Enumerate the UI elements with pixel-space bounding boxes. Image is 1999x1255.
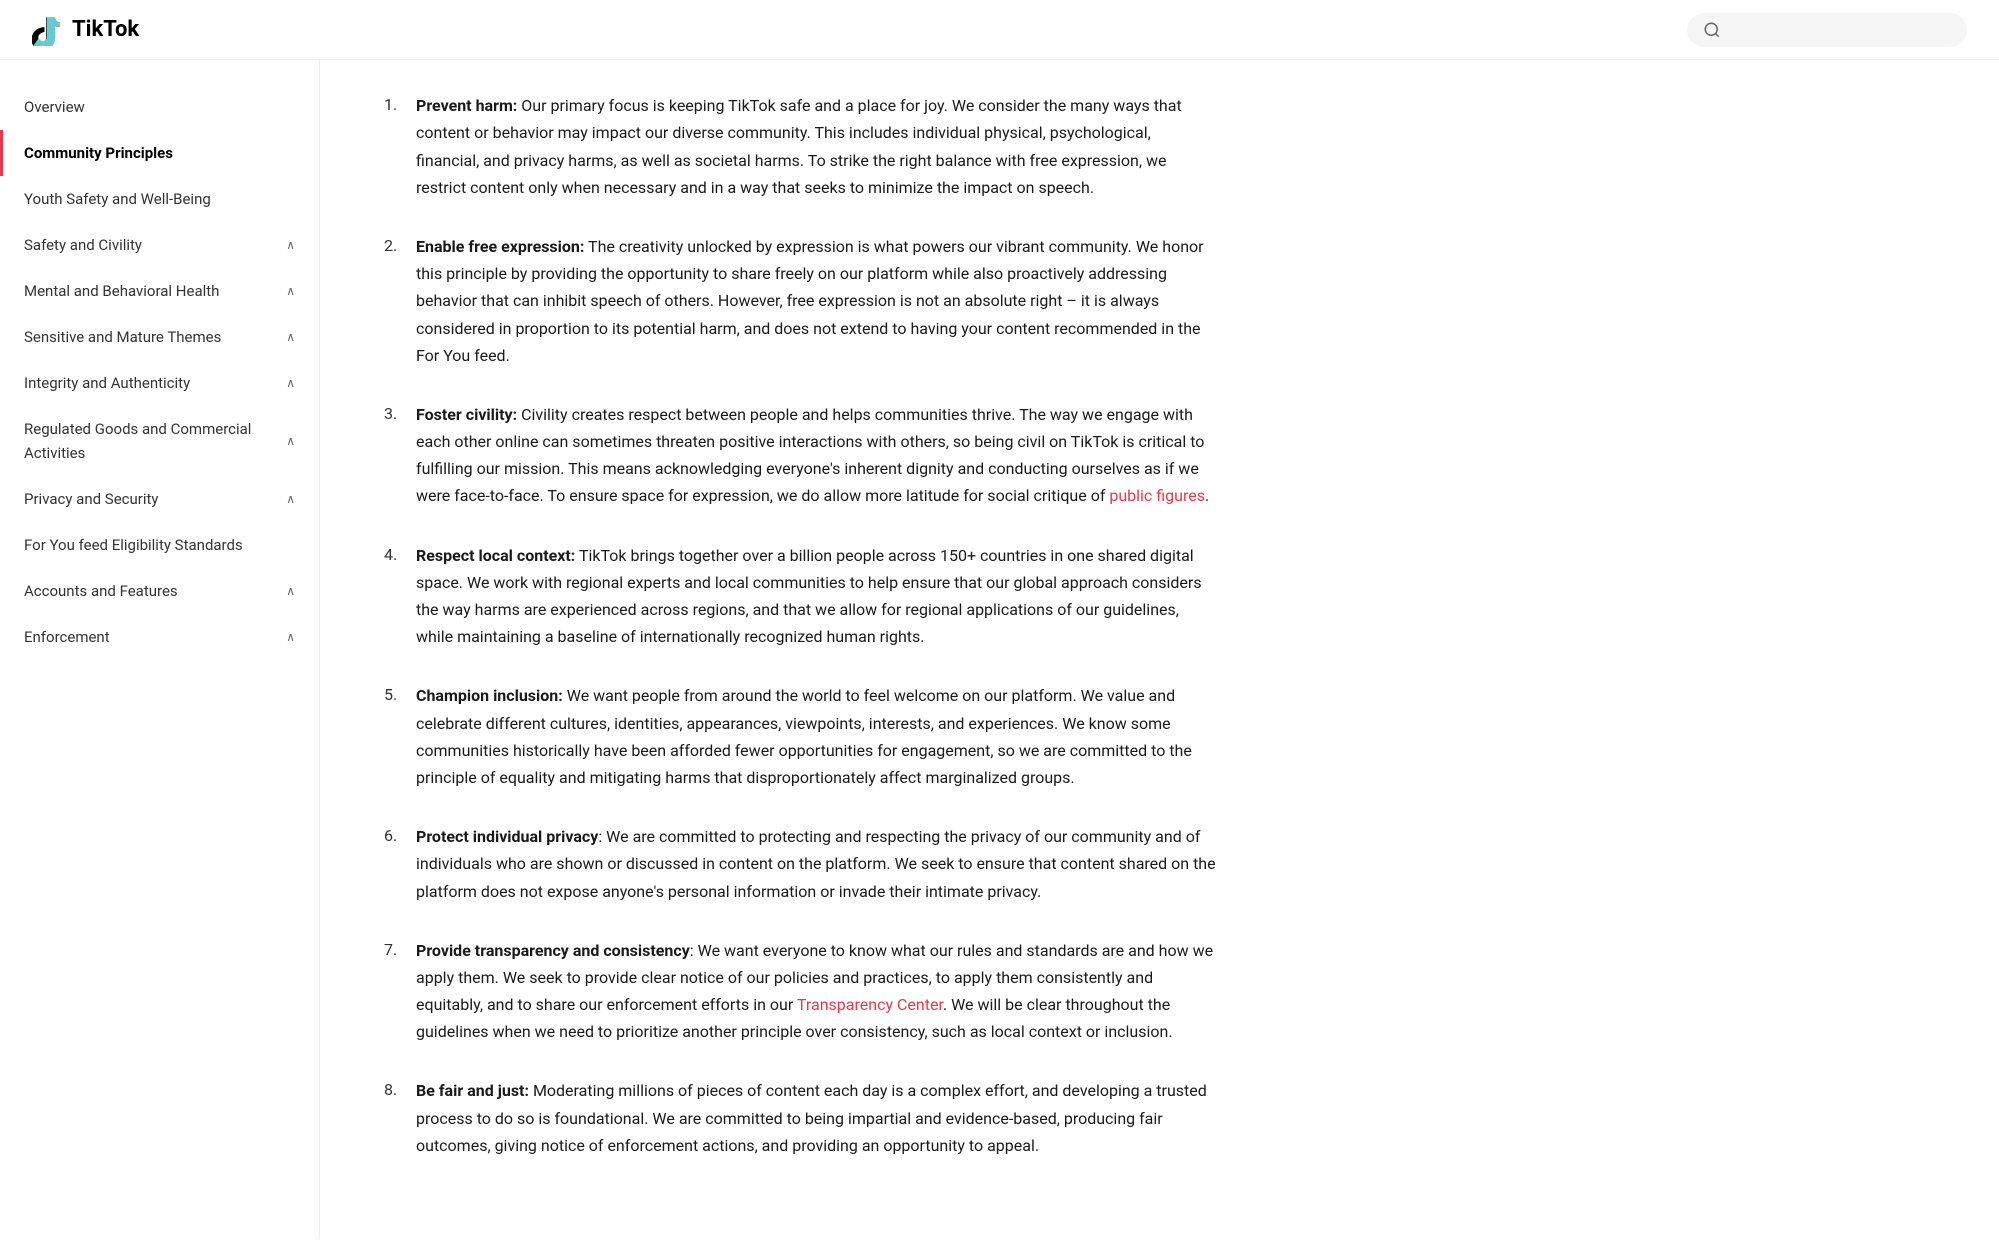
item-bold-prefix: Be fair and just:: [416, 1081, 529, 1100]
item-number: 8.: [384, 1077, 404, 1159]
item-body: Prevent harm: Our primary focus is keepi…: [416, 92, 1216, 201]
chevron-up-icon: ∧: [286, 490, 295, 509]
list-item: 5.Champion inclusion: We want people fro…: [384, 682, 1216, 791]
item-number: 7.: [384, 937, 404, 1046]
sidebar-item-label: Integrity and Authenticity: [24, 371, 190, 395]
item-bold-prefix: Champion inclusion:: [416, 686, 563, 705]
sidebar-item-label: Overview: [24, 95, 85, 119]
item-number: 1.: [384, 92, 404, 201]
chevron-up-icon: ∧: [286, 582, 295, 601]
item-bold-prefix: Respect local context:: [416, 546, 575, 565]
item-number: 5.: [384, 682, 404, 791]
sidebar-item-label: Accounts and Features: [24, 579, 178, 603]
tiktok-logo-icon: [32, 14, 64, 46]
item-body: Protect individual privacy: We are commi…: [416, 823, 1216, 905]
sidebar-item-overview[interactable]: Overview: [0, 84, 319, 130]
chevron-up-icon: ∧: [286, 236, 295, 255]
item-bold-prefix: Provide transparency and consistency: [416, 941, 690, 960]
item-body: Provide transparency and consistency: We…: [416, 937, 1216, 1046]
sidebar-item-label: Safety and Civility: [24, 233, 142, 257]
item-body: Foster civility: Civility creates respec…: [416, 401, 1216, 510]
principles-list: 1.Prevent harm: Our primary focus is kee…: [384, 92, 1216, 1159]
item-body: Champion inclusion: We want people from …: [416, 682, 1216, 791]
sidebar-item-sensitive-themes[interactable]: Sensitive and Mature Themes ∧: [0, 314, 319, 360]
chevron-up-icon: ∧: [286, 628, 295, 647]
sidebar-item-enforcement[interactable]: Enforcement ∧: [0, 614, 319, 660]
sidebar-item-safety-civility[interactable]: Safety and Civility ∧: [0, 222, 319, 268]
sidebar-item-community-principles[interactable]: Community Principles: [0, 130, 319, 176]
search-bar[interactable]: [1687, 13, 1967, 47]
list-item: 1.Prevent harm: Our primary focus is kee…: [384, 92, 1216, 201]
sidebar-item-mental-health[interactable]: Mental and Behavioral Health ∧: [0, 268, 319, 314]
item-body: Enable free expression: The creativity u…: [416, 233, 1216, 369]
sidebar-item-label: Enforcement: [24, 625, 110, 649]
sidebar-item-label: Regulated Goods and Commercial Activitie…: [24, 417, 286, 465]
sidebar-item-label: Sensitive and Mature Themes: [24, 325, 221, 349]
item-bold-prefix: Enable free expression:: [416, 237, 584, 256]
chevron-up-icon: ∧: [286, 328, 295, 347]
item-body: Respect local context: TikTok brings tog…: [416, 542, 1216, 651]
list-item: 8.Be fair and just: Moderating millions …: [384, 1077, 1216, 1159]
logo[interactable]: TikTok: [32, 12, 139, 47]
item-number: 4.: [384, 542, 404, 651]
list-item: 4.Respect local context: TikTok brings t…: [384, 542, 1216, 651]
main-content: 1.Prevent harm: Our primary focus is kee…: [320, 60, 1280, 1255]
list-item: 3.Foster civility: Civility creates resp…: [384, 401, 1216, 510]
sidebar: Overview Community Principles Youth Safety…: [0, 60, 320, 1239]
sidebar-item-label: Youth Safety and Well-Being: [24, 187, 211, 211]
sidebar-item-regulated-goods[interactable]: Regulated Goods and Commercial Activitie…: [0, 406, 319, 476]
sidebar-item-accounts-features[interactable]: Accounts and Features ∧: [0, 568, 319, 614]
item-bold-prefix: Foster civility:: [416, 405, 517, 424]
sidebar-item-label: For You feed Eligibility Standards: [24, 533, 243, 557]
sidebar-item-label: Community Principles: [24, 141, 173, 165]
search-icon: [1703, 21, 1721, 39]
chevron-up-icon: ∧: [286, 432, 295, 451]
sidebar-item-youth-safety[interactable]: Youth Safety and Well-Being: [0, 176, 319, 222]
sidebar-item-for-you-feed[interactable]: For You feed Eligibility Standards: [0, 522, 319, 568]
item-number: 3.: [384, 401, 404, 510]
header: TikTok: [0, 0, 1999, 60]
item-bold-prefix: Protect individual privacy: [416, 827, 598, 846]
item-number: 6.: [384, 823, 404, 905]
sidebar-item-privacy-security[interactable]: Privacy and Security ∧: [0, 476, 319, 522]
item-link[interactable]: Transparency Center: [797, 995, 943, 1014]
logo-text: TikTok: [72, 12, 139, 47]
item-body: Be fair and just: Moderating millions of…: [416, 1077, 1216, 1159]
search-input[interactable]: [1729, 21, 1951, 38]
item-link[interactable]: public figures: [1109, 486, 1205, 505]
list-item: 6.Protect individual privacy: We are com…: [384, 823, 1216, 905]
chevron-up-icon: ∧: [286, 374, 295, 393]
page-layout: Overview Community Principles Youth Safety…: [0, 60, 1999, 1255]
sidebar-item-integrity[interactable]: Integrity and Authenticity ∧: [0, 360, 319, 406]
chevron-up-icon: ∧: [286, 282, 295, 301]
list-item: 7.Provide transparency and consistency: …: [384, 937, 1216, 1046]
sidebar-item-label: Mental and Behavioral Health: [24, 279, 219, 303]
item-number: 2.: [384, 233, 404, 369]
list-item: 2.Enable free expression: The creativity…: [384, 233, 1216, 369]
item-bold-prefix: Prevent harm:: [416, 96, 517, 115]
sidebar-item-label: Privacy and Security: [24, 487, 159, 511]
